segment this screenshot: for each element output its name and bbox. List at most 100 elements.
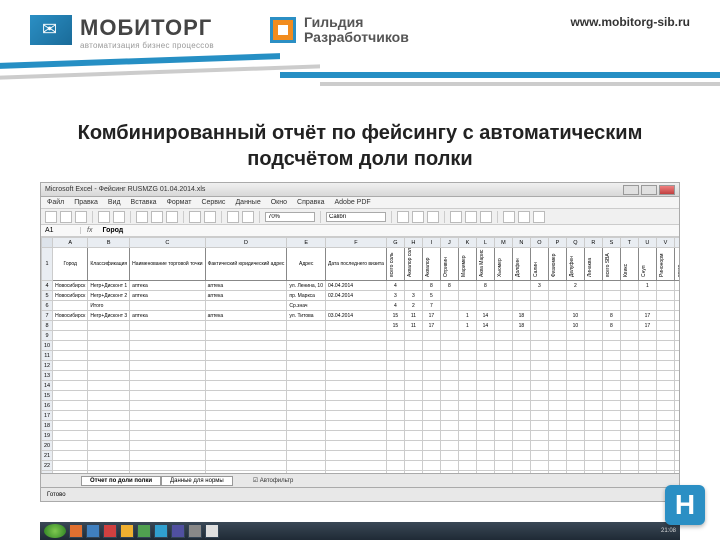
- cell[interactable]: [476, 341, 494, 351]
- column-header[interactable]: B: [88, 238, 130, 248]
- cell[interactable]: [548, 421, 566, 431]
- cell[interactable]: [674, 451, 679, 461]
- cell[interactable]: [130, 421, 205, 431]
- cell[interactable]: [494, 371, 512, 381]
- cell[interactable]: [620, 351, 638, 361]
- cell[interactable]: [584, 281, 602, 291]
- column-header[interactable]: A: [53, 238, 88, 248]
- cell[interactable]: [674, 441, 679, 451]
- cell[interactable]: [656, 301, 674, 311]
- cell[interactable]: [530, 341, 548, 351]
- new-button[interactable]: [45, 211, 57, 223]
- cell[interactable]: [638, 391, 656, 401]
- cell[interactable]: [548, 351, 566, 361]
- task-icon[interactable]: [69, 524, 83, 538]
- cell[interactable]: [620, 401, 638, 411]
- column-header[interactable]: L: [476, 238, 494, 248]
- cell[interactable]: [620, 461, 638, 471]
- cell[interactable]: [476, 461, 494, 471]
- cell[interactable]: [548, 331, 566, 341]
- cell[interactable]: [205, 321, 287, 331]
- cell[interactable]: [88, 431, 130, 441]
- cell[interactable]: [205, 461, 287, 471]
- cell[interactable]: [674, 301, 679, 311]
- cell[interactable]: [656, 391, 674, 401]
- row-header[interactable]: 13: [42, 371, 53, 381]
- cell[interactable]: [53, 351, 88, 361]
- cell[interactable]: [674, 361, 679, 371]
- cell[interactable]: [602, 361, 620, 371]
- cell[interactable]: [325, 411, 386, 421]
- cell[interactable]: [530, 431, 548, 441]
- cell[interactable]: [548, 301, 566, 311]
- cell[interactable]: [620, 341, 638, 351]
- cell[interactable]: [422, 441, 440, 451]
- row-header[interactable]: 21: [42, 451, 53, 461]
- cell[interactable]: Новосибирск: [53, 291, 88, 301]
- cell[interactable]: [458, 381, 476, 391]
- cell[interactable]: [530, 411, 548, 421]
- cell[interactable]: 8: [440, 281, 458, 291]
- cell[interactable]: [602, 431, 620, 441]
- cell[interactable]: [602, 421, 620, 431]
- column-header[interactable]: I: [422, 238, 440, 248]
- cell[interactable]: [656, 371, 674, 381]
- cell[interactable]: [404, 441, 422, 451]
- cell[interactable]: [674, 391, 679, 401]
- cell[interactable]: [325, 431, 386, 441]
- cell[interactable]: [458, 451, 476, 461]
- cell[interactable]: [602, 341, 620, 351]
- cell[interactable]: [548, 391, 566, 401]
- cell[interactable]: [548, 361, 566, 371]
- cell[interactable]: [566, 441, 584, 451]
- cell[interactable]: [530, 451, 548, 461]
- cell[interactable]: [584, 321, 602, 331]
- cell[interactable]: [656, 421, 674, 431]
- cell[interactable]: Негр+Дисконт 1: [88, 281, 130, 291]
- cell[interactable]: [620, 381, 638, 391]
- cell[interactable]: [512, 391, 530, 401]
- cell[interactable]: пр. Маркса: [287, 291, 326, 301]
- cell[interactable]: [656, 331, 674, 341]
- cell[interactable]: 14: [476, 321, 494, 331]
- cell[interactable]: [656, 431, 674, 441]
- cell[interactable]: [530, 361, 548, 371]
- cell[interactable]: [53, 361, 88, 371]
- cell[interactable]: 4: [386, 301, 404, 311]
- cell[interactable]: [512, 431, 530, 441]
- cell[interactable]: [512, 361, 530, 371]
- cell[interactable]: [205, 431, 287, 441]
- cell[interactable]: [638, 291, 656, 301]
- cell[interactable]: [440, 311, 458, 321]
- cell[interactable]: [548, 381, 566, 391]
- cell[interactable]: [88, 321, 130, 331]
- cell[interactable]: [205, 451, 287, 461]
- cell[interactable]: [287, 461, 326, 471]
- column-header[interactable]: O: [530, 238, 548, 248]
- cell[interactable]: [674, 401, 679, 411]
- cell[interactable]: [386, 421, 404, 431]
- row-header[interactable]: 7: [42, 311, 53, 321]
- cell[interactable]: [440, 421, 458, 431]
- cell[interactable]: [494, 431, 512, 441]
- cell[interactable]: [566, 421, 584, 431]
- cell[interactable]: [287, 401, 326, 411]
- cell[interactable]: [638, 301, 656, 311]
- cell[interactable]: [53, 301, 88, 311]
- cell-reference[interactable]: A1: [41, 227, 81, 234]
- cell[interactable]: [422, 451, 440, 461]
- cell[interactable]: [566, 381, 584, 391]
- cell[interactable]: [584, 341, 602, 351]
- cell[interactable]: [512, 461, 530, 471]
- cell[interactable]: 14: [476, 311, 494, 321]
- cell[interactable]: 03.04.2014: [325, 311, 386, 321]
- cell[interactable]: [476, 451, 494, 461]
- cell[interactable]: аптека: [130, 311, 205, 321]
- cell[interactable]: [422, 391, 440, 401]
- cell[interactable]: [476, 421, 494, 431]
- cell[interactable]: [287, 371, 326, 381]
- cell[interactable]: [88, 401, 130, 411]
- cell[interactable]: [548, 311, 566, 321]
- row-header[interactable]: 4: [42, 281, 53, 291]
- cell[interactable]: [88, 441, 130, 451]
